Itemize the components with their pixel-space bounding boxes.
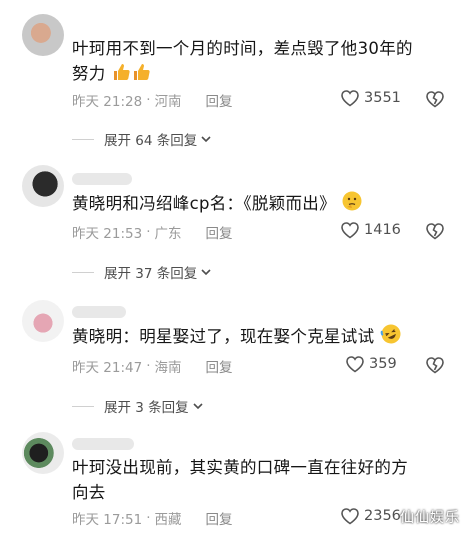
heart-icon [341,222,359,239]
expand-label: 展开 3 条回复 [104,400,189,416]
comment-meta: 昨天 21:53 · 广东 回复 [72,222,233,242]
reply-button[interactable]: 回复 [206,222,233,242]
expand-replies-button[interactable]: 展开 64 条回复 [72,129,212,149]
broken-heart-icon [426,91,444,108]
meta-separator: · [146,358,151,374]
expand-replies-button[interactable]: 展开 3 条回复 [72,396,204,416]
comment-meta: 昨天 21:28 · 河南 回复 [72,90,233,110]
comment-text: 叶珂用不到一个月的时间，差点毁了他30年的 努力 [72,36,442,89]
dislike-button[interactable] [425,90,445,112]
expand-label: 展开 64 条回复 [104,133,198,149]
comment-text: 叶珂没出现前，其实黄的口碑一直在往好的方 向去 [72,455,442,505]
like-button[interactable]: 2356 [340,507,401,525]
comment-text-line-1: 叶珂用不到一个月的时间，差点毁了他30年的 [72,39,413,58]
comment-text-line-1: 叶珂没出现前，其实黄的口碑一直在往好的方 [72,458,408,477]
comment-text: 黄晓明和冯绍峰cp名：《脱颖而出》 [72,190,442,219]
like-button[interactable]: 1416 [340,221,401,239]
reply-button[interactable]: 回复 [206,90,233,110]
reply-button[interactable]: 回复 [206,508,233,528]
chevron-down-icon [201,269,211,276]
watermark: 仙仙娱乐 [400,510,460,526]
like-button[interactable]: 3551 [340,89,401,107]
meta-separator: · [146,92,151,108]
comment-text-content: 黄晓明和冯绍峰cp名：《脱颖而出》 [72,194,336,213]
comment-meta: 昨天 17:51 · 西藏 回复 [72,508,233,528]
heart-icon [341,90,359,107]
meta-separator: · [146,510,151,526]
heart-icon [341,508,359,525]
username-obscured [72,306,126,318]
like-count: 3551 [364,90,401,106]
rolling-laughing-face-icon [380,323,402,352]
username-obscured [72,173,132,185]
expand-divider [72,271,94,273]
chevron-down-icon [193,403,203,410]
meta-separator: · [146,224,151,240]
expand-label: 展开 37 条回复 [104,266,198,282]
reply-button[interactable]: 回复 [206,356,233,376]
comment-text-line-2: 向去 [72,483,106,502]
comment-location: 河南 [154,94,182,110]
avatar[interactable] [22,300,64,342]
comment-text-line-2-text: 努力 [72,64,106,83]
expand-replies-button[interactable]: 展开 37 条回复 [72,262,212,282]
like-count: 359 [369,356,397,372]
like-button[interactable]: 359 [345,355,397,373]
comment-text-content: 黄晓明：明星娶过了，现在娶个克星试试 [72,327,375,346]
comment-time: 昨天 21:47 [72,360,143,376]
avatar[interactable] [22,432,64,474]
like-count: 1416 [364,222,401,238]
thumbs-up-icon [111,62,131,89]
thinking-face-icon [341,190,363,219]
comment-time: 昨天 17:51 [72,512,143,528]
comment-time: 昨天 21:28 [72,94,143,110]
like-count: 2356 [364,508,401,524]
broken-heart-icon [426,357,444,374]
dislike-button[interactable] [425,222,445,244]
broken-heart-icon [426,223,444,240]
comment-location: 广东 [154,226,182,242]
dislike-button[interactable] [425,356,445,378]
avatar[interactable] [22,165,64,207]
thumbs-up-icon [131,62,151,89]
comment-text-line-2: 努力 [72,61,442,89]
expand-divider [72,138,94,140]
comment-location: 西藏 [154,512,182,528]
comment-meta: 昨天 21:47 · 海南 回复 [72,356,233,376]
comment-time: 昨天 21:53 [72,226,143,242]
expand-divider [72,405,94,407]
comment-text: 黄晓明：明星娶过了，现在娶个克星试试 [72,323,442,352]
username-obscured [72,438,134,450]
chevron-down-icon [201,136,211,143]
avatar[interactable] [22,14,64,56]
heart-icon [346,356,364,373]
comment-location: 海南 [154,360,182,376]
